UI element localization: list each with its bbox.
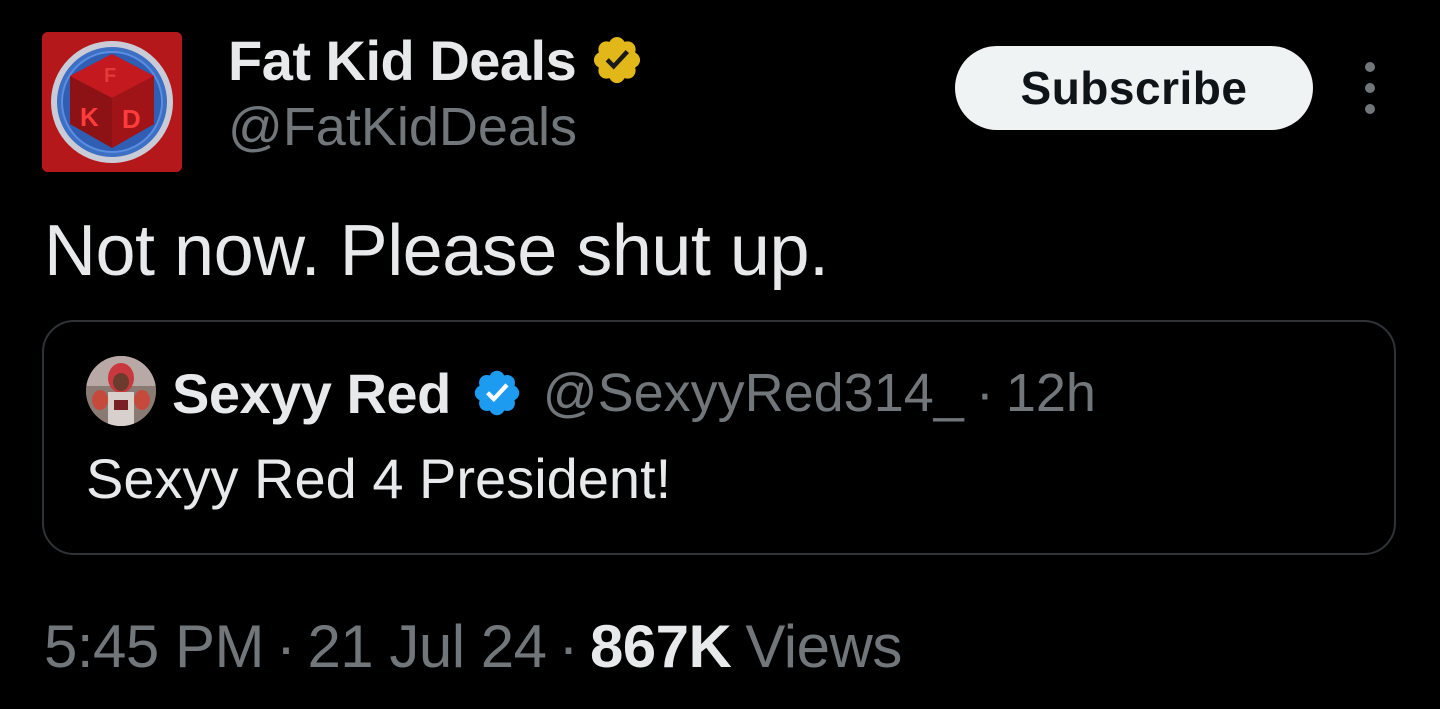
quoted-author-avatar[interactable] <box>86 356 156 426</box>
svg-text:K: K <box>80 102 99 132</box>
author-display-name[interactable]: Fat Kid Deals <box>228 28 577 93</box>
views-count: 867K <box>589 613 732 680</box>
quoted-tweet-header: Sexyy Red @SexyyRed314_ · 12h <box>172 358 1096 428</box>
quoted-tweet-card[interactable]: Sexyy Red @SexyyRed314_ · 12h Sexyy Red … <box>42 320 1396 555</box>
tweet-text: Not now. Please shut up. <box>44 211 829 291</box>
svg-text:F: F <box>104 65 116 87</box>
tweet: F K D Fat Kid Deals @FatKidDeals Subscri… <box>0 0 1440 709</box>
quoted-avatar-image <box>86 356 156 426</box>
tweet-meta: 5:45 PM · 21 Jul 24 · 867K Views <box>44 612 902 681</box>
views-label: Views <box>745 613 902 680</box>
author-avatar[interactable]: F K D <box>42 32 182 172</box>
quoted-timestamp[interactable]: 12h <box>1006 362 1096 424</box>
tweet-time[interactable]: 5:45 PM <box>44 612 264 681</box>
more-vertical-icon[interactable] <box>1352 62 1388 114</box>
more-dot <box>1365 83 1375 93</box>
tweet-date[interactable]: 21 Jul 24 <box>307 612 547 681</box>
meta-separator: · <box>275 613 296 680</box>
author-info: Fat Kid Deals @FatKidDeals <box>228 28 644 158</box>
meta-separator: · <box>558 613 578 680</box>
svg-text:D: D <box>122 104 141 134</box>
quoted-display-name[interactable]: Sexyy Red <box>172 361 451 426</box>
quoted-separator: · <box>975 363 994 423</box>
blue-verified-badge-icon[interactable] <box>471 367 523 419</box>
author-handle[interactable]: @FatKidDeals <box>228 96 644 158</box>
gold-verified-badge-icon[interactable] <box>590 33 644 87</box>
subscribe-button[interactable]: Subscribe <box>955 46 1313 130</box>
quoted-handle[interactable]: @SexyyRed314_ <box>543 362 964 424</box>
more-dot <box>1365 104 1375 114</box>
more-dot <box>1365 62 1375 72</box>
fat-kid-deals-logo-icon: F K D <box>42 32 182 172</box>
author-name-row: Fat Kid Deals <box>228 28 644 92</box>
quoted-tweet-text: Sexyy Red 4 President! <box>86 447 672 510</box>
